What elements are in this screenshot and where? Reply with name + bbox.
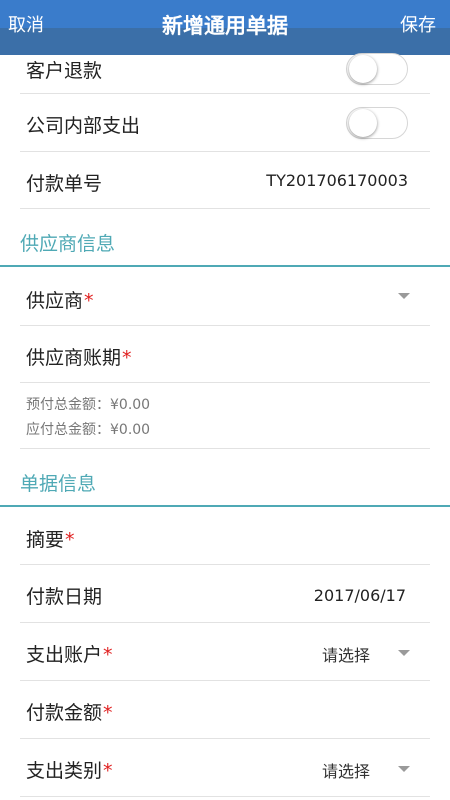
- expense-account-label: 支出账户*: [26, 644, 113, 666]
- expense-category-select[interactable]: 请选择: [322, 758, 370, 782]
- document-section-header: 单据信息: [0, 449, 450, 507]
- payable-total: 应付总金额：¥0.00: [26, 422, 151, 438]
- internal-expense-row: 公司内部支出: [20, 94, 430, 152]
- toggle-knob: [349, 55, 377, 83]
- summary-label: 摘要*: [26, 529, 75, 551]
- summary-row[interactable]: 摘要*: [20, 507, 430, 565]
- required-marker: *: [103, 702, 113, 724]
- required-marker: *: [65, 529, 75, 551]
- supplier-period-row[interactable]: 供应商账期*: [20, 326, 430, 383]
- expense-category-row[interactable]: 支出类别* 请选择: [20, 739, 430, 797]
- payment-amount-row[interactable]: 付款金额*: [20, 681, 430, 739]
- supplier-label: 供应商*: [26, 290, 94, 312]
- required-marker: *: [122, 347, 132, 369]
- prepaid-total: 预付总金额：¥0.00: [26, 397, 151, 413]
- required-marker: *: [84, 290, 94, 312]
- dropdown-caret-icon[interactable]: [398, 766, 410, 772]
- supplier-row[interactable]: 供应商*: [20, 267, 430, 326]
- supplier-amount-summary: 预付总金额：¥0.00 应付总金额：¥0.00: [20, 383, 430, 449]
- form-content: 客户退款 公司内部支出 付款单号 TY201706170003 供应商信息 供应…: [0, 53, 450, 797]
- top-bar-strip: [0, 0, 450, 28]
- payment-date-value[interactable]: 2017/06/17: [314, 586, 406, 605]
- payment-date-label: 付款日期: [26, 586, 103, 608]
- document-section-title: 单据信息: [20, 473, 97, 495]
- payment-no-value: TY201706170003: [266, 171, 408, 190]
- payment-no-label: 付款单号: [26, 173, 103, 195]
- supplier-period-label: 供应商账期*: [26, 347, 132, 369]
- required-marker: *: [103, 644, 113, 666]
- customer-refund-toggle[interactable]: [346, 53, 408, 85]
- internal-expense-toggle[interactable]: [346, 107, 408, 139]
- dropdown-caret-icon[interactable]: [398, 293, 410, 299]
- dropdown-caret-icon[interactable]: [398, 650, 410, 656]
- customer-refund-label: 客户退款: [26, 60, 103, 82]
- payment-no-row: 付款单号 TY201706170003: [20, 152, 430, 209]
- expense-category-label: 支出类别*: [26, 760, 113, 782]
- payment-date-row[interactable]: 付款日期 2017/06/17: [20, 565, 430, 623]
- supplier-section-header: 供应商信息: [0, 209, 450, 267]
- internal-expense-label: 公司内部支出: [26, 115, 141, 137]
- save-button[interactable]: 保存: [400, 13, 436, 39]
- toggle-knob: [349, 109, 377, 137]
- expense-account-row[interactable]: 支出账户* 请选择: [20, 623, 430, 681]
- supplier-section-title: 供应商信息: [20, 233, 116, 255]
- required-marker: *: [103, 760, 113, 782]
- top-bar: 取消 新增通用单据 保存: [0, 0, 450, 55]
- expense-account-select[interactable]: 请选择: [322, 642, 370, 666]
- payment-amount-label: 付款金额*: [26, 702, 113, 724]
- cancel-button[interactable]: 取消: [8, 13, 44, 39]
- customer-refund-row: 客户退款: [20, 53, 430, 94]
